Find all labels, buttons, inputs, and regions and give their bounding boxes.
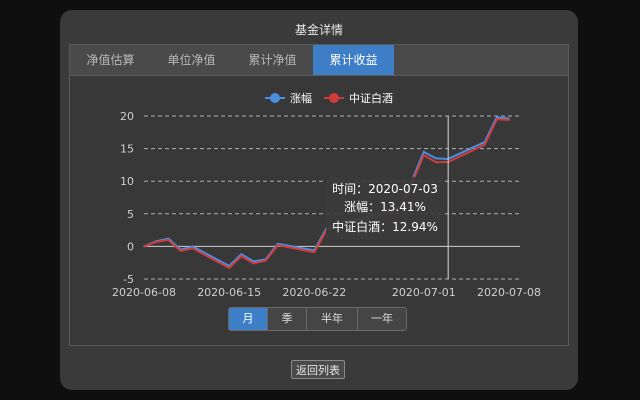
tooltip: 时间：2020-07-03 涨幅：13.41% 中证白酒：12.94%	[326, 177, 444, 240]
line-chart[interactable]: -5 0 5 10 15 20 2020-06-08 2020-06-15 2020-06-22…	[70, 75, 568, 300]
data-point	[435, 157, 437, 160]
data-point	[240, 255, 243, 257]
legend-marker	[270, 93, 280, 103]
back-to-list-button[interactable]: 返回列表	[291, 360, 345, 379]
data-point	[508, 119, 510, 121]
tab-cumulative-nav[interactable]: 累计净值	[232, 45, 313, 75]
x-tick-label: 2020-07-01	[392, 286, 456, 299]
modal-title: 基金详情	[294, 23, 343, 37]
tab-cumulative-return[interactable]: 累计收益	[313, 45, 394, 75]
chart-panel: 净值估算 单位净值 累计净值 累计收益 -5 0 5 10 15 20 2020-06-08…	[69, 44, 569, 346]
y-tick-label: 5	[127, 208, 134, 221]
data-point	[167, 239, 170, 241]
range-quarter-button[interactable]: 季	[268, 308, 307, 330]
y-tick-label: -5	[123, 273, 134, 286]
y-tick-label: 15	[120, 143, 134, 156]
x-tick-label: 2020-07-08	[477, 286, 541, 299]
data-point	[179, 250, 182, 252]
data-point	[313, 251, 316, 254]
range-halfyear-button[interactable]: 半年	[307, 308, 358, 330]
x-tick-label: 2020-06-22	[282, 286, 346, 299]
y-tick-label: 0	[127, 240, 134, 253]
data-point	[423, 154, 425, 156]
legend-label-2: 中证白酒	[349, 91, 393, 105]
data-point	[155, 241, 157, 243]
tooltip-series2-value: 中证白酒：12.94%	[332, 219, 438, 234]
data-point	[277, 244, 279, 246]
data-point	[435, 161, 437, 164]
fund-detail-modal: 基金详情 净值估算 单位净值 累计净值 累计收益 -5 0 5 10 15 20 2020-…	[60, 10, 578, 390]
tooltip-time: 时间：2020-07-03	[332, 182, 438, 196]
tab-bar: 净值估算 单位净值 累计净值 累计收益	[70, 45, 568, 76]
data-point	[191, 245, 194, 248]
range-year-button[interactable]: 一年	[358, 308, 406, 330]
legend-marker	[329, 93, 339, 103]
y-tick-label: 10	[120, 175, 134, 188]
range-selector: 月 季 半年 一年	[228, 307, 407, 331]
data-point	[143, 245, 145, 248]
tab-estimate[interactable]: 净值估算	[70, 45, 151, 75]
tooltip-series1-value: 涨幅：13.41%	[344, 199, 426, 214]
data-point	[496, 116, 498, 119]
x-tick-label: 2020-06-08	[112, 286, 176, 299]
data-point	[496, 118, 498, 121]
data-point	[240, 253, 243, 256]
data-point	[483, 143, 486, 146]
data-point	[228, 267, 230, 269]
data-point	[264, 259, 267, 262]
y-tick-label: 20	[120, 110, 134, 123]
legend-label-1: 涨幅	[290, 92, 312, 105]
legend[interactable]: 涨幅 中证白酒	[265, 91, 393, 105]
range-month-button[interactable]: 月	[229, 308, 268, 330]
x-tick-label: 2020-06-15	[197, 286, 261, 299]
data-point	[191, 247, 194, 250]
data-point	[252, 262, 255, 265]
tab-unit-nav[interactable]: 单位净值	[151, 45, 232, 75]
data-point	[423, 151, 425, 153]
